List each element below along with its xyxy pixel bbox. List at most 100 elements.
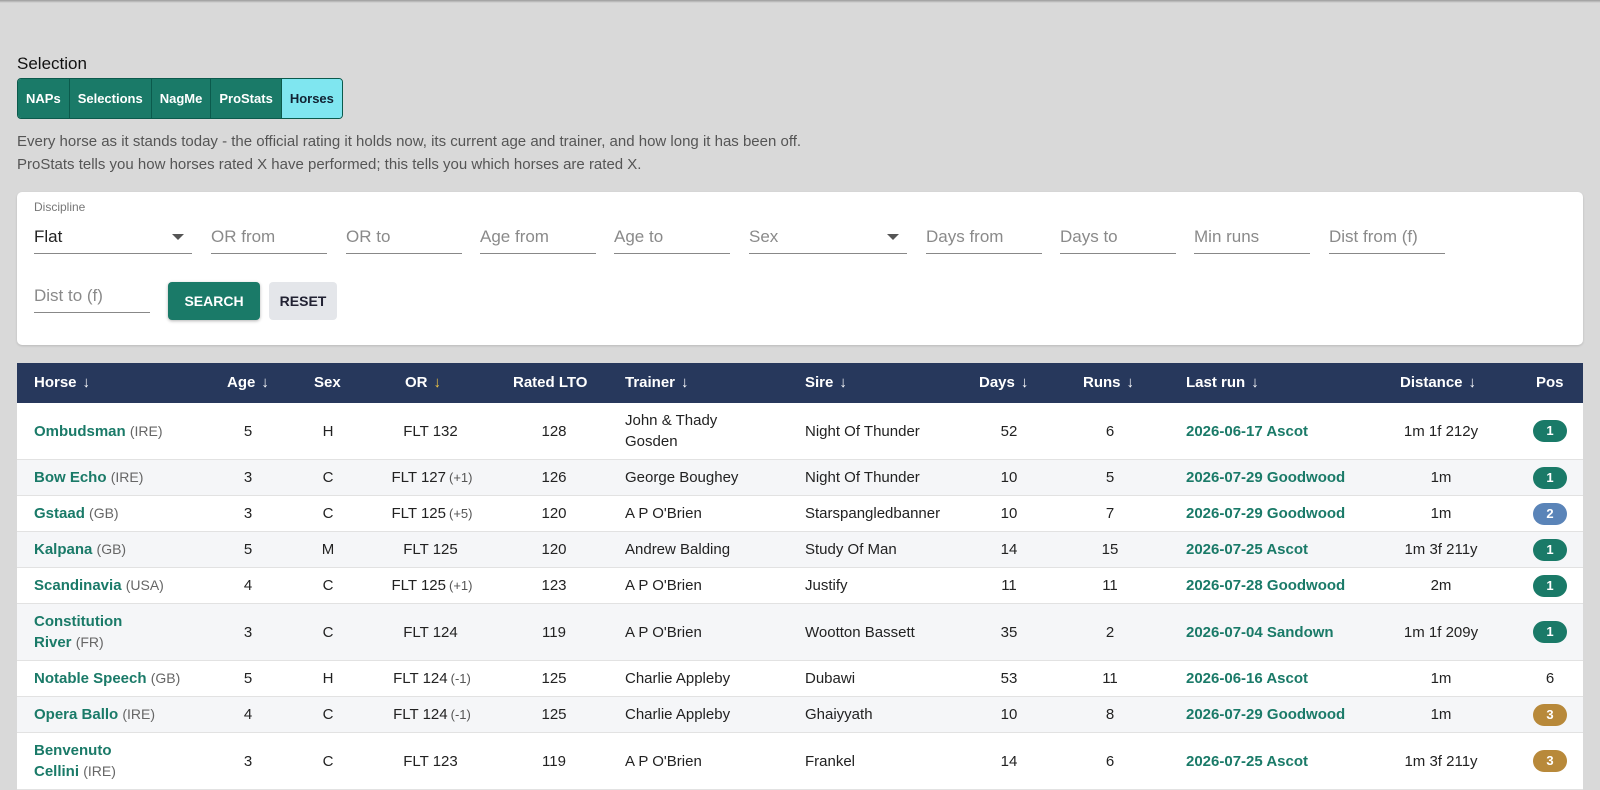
search-button[interactable]: SEARCH	[168, 282, 260, 320]
header-distance[interactable]: Distance ↓	[1400, 363, 1476, 403]
table-body: Ombudsman (IRE) 5 H FLT 132 128 John & Thady …	[17, 403, 1583, 790]
horse-link[interactable]: Gstaad (GB)	[34, 503, 119, 524]
cell-sire: Justify	[805, 577, 848, 594]
cell-sex: C	[322, 706, 334, 723]
cell-trainer: A P O'Brien	[625, 505, 702, 522]
days-to-input[interactable]: Days to	[1060, 222, 1176, 254]
cell-pos: 1	[1527, 568, 1573, 603]
or-value: FLT 127	[391, 469, 446, 486]
horse-link[interactable]: Notable Speech (GB)	[34, 668, 180, 689]
sort-arrow-active-icon: ↓	[433, 374, 442, 391]
cell-horse: Notable Speech (GB)	[34, 661, 214, 696]
cell-sex: C	[322, 577, 334, 594]
cell-age: 3	[243, 752, 253, 770]
cell-horse: Bow Echo (IRE)	[34, 460, 214, 495]
cell-days: 10	[1000, 469, 1018, 486]
sex-select[interactable]: Sex	[749, 222, 907, 254]
table-header: Horse ↓ Age ↓ Sex OR ↓ Rated LTO Trainer ↓ S…	[17, 363, 1583, 403]
cell-runs: 7	[1105, 505, 1115, 522]
header-pos-label: Pos	[1536, 374, 1564, 391]
age-from-input[interactable]: Age from	[480, 222, 596, 254]
sort-arrow-icon: ↓	[261, 374, 269, 391]
horse-link[interactable]: Constitution River (FR)	[34, 611, 144, 653]
table-row: Scandinavia (USA) 4 C FLT 125 (+1) 123 A P O'B…	[17, 568, 1583, 604]
horse-link[interactable]: Opera Ballo (IRE)	[34, 704, 155, 725]
cell-trainer: A P O'Brien	[625, 577, 702, 594]
filter-card: Discipline Flat OR from OR to Age from A…	[17, 192, 1583, 345]
cell-sex: H	[322, 670, 334, 687]
header-last-run-label: Last run	[1186, 374, 1246, 391]
age-to-input[interactable]: Age to	[614, 222, 730, 254]
sort-arrow-icon: ↓	[1126, 374, 1135, 391]
horse-link[interactable]: Bow Echo (IRE)	[34, 467, 143, 488]
header-horse[interactable]: Horse ↓	[34, 363, 90, 403]
cell-rated-lto: 125	[541, 670, 567, 687]
cell-horse: Constitution River (FR)	[34, 604, 144, 660]
tab-selections[interactable]: Selections	[69, 79, 152, 118]
cell-last-run: 2026-06-16 Ascot	[1186, 661, 1386, 696]
horse-link[interactable]: Benvenuto Cellini (IRE)	[34, 740, 144, 782]
dist-from-input[interactable]: Dist from (f)	[1329, 222, 1445, 254]
reset-button[interactable]: RESET	[269, 282, 337, 320]
horse-name: Kalpana	[34, 541, 93, 558]
table-row: Ombudsman (IRE) 5 H FLT 132 128 John & Thady …	[17, 403, 1583, 460]
cell-distance: 1m 1f 212y	[1403, 422, 1479, 440]
page-description: Every horse as it stands today - the off…	[17, 130, 801, 176]
or-to-input[interactable]: OR to	[346, 222, 462, 254]
or-from-input[interactable]: OR from	[211, 222, 327, 254]
cell-rated-lto: 126	[541, 469, 567, 486]
or-from-placeholder: OR from	[211, 227, 276, 246]
tab-prostats[interactable]: ProStats	[211, 79, 282, 118]
horse-name: Notable Speech	[34, 670, 147, 687]
last-run-link[interactable]: 2026-07-25 Ascot	[1186, 541, 1308, 558]
discipline-label: Discipline	[34, 200, 86, 214]
header-sire[interactable]: Sire ↓	[805, 363, 847, 403]
header-runs[interactable]: Runs ↓	[1083, 363, 1134, 403]
cell-days: 53	[1000, 670, 1018, 687]
last-run-link[interactable]: 2026-07-29 Goodwood	[1186, 505, 1345, 522]
cell-distance: 1m	[1430, 469, 1452, 486]
cell-sex: C	[322, 469, 334, 486]
last-run-link[interactable]: 2026-07-29 Goodwood	[1186, 706, 1345, 723]
cell-rated-lto: 120	[541, 541, 567, 558]
cell-trainer: A P O'Brien	[625, 623, 702, 641]
cell-age: 5	[243, 670, 253, 687]
last-run-link[interactable]: 2026-06-16 Ascot	[1186, 670, 1308, 687]
cell-or: FLT 127 (+1)	[377, 460, 487, 495]
last-run-link[interactable]: 2026-07-04 Sandown	[1186, 624, 1334, 641]
last-run-link[interactable]: 2026-07-28 Goodwood	[1186, 577, 1345, 594]
last-run-link[interactable]: 2026-07-25 Ascot	[1186, 753, 1308, 770]
cell-sire: Night Of Thunder	[805, 469, 920, 486]
cell-runs: 2	[1105, 623, 1115, 641]
last-run-link[interactable]: 2026-07-29 Goodwood	[1186, 469, 1345, 486]
header-trainer[interactable]: Trainer ↓	[625, 363, 689, 403]
cell-last-run: 2026-07-29 Goodwood	[1186, 697, 1386, 732]
min-runs-input[interactable]: Min runs	[1194, 222, 1310, 254]
cell-pos: 1	[1527, 532, 1573, 567]
header-last-run[interactable]: Last run ↓	[1186, 363, 1259, 403]
header-or[interactable]: OR ↓	[405, 363, 441, 403]
header-rated-lto-label: Rated LTO	[513, 374, 588, 391]
sort-arrow-icon: ↓	[839, 374, 847, 391]
header-days[interactable]: Days ↓	[979, 363, 1028, 403]
tab-nagme[interactable]: NagMe	[151, 79, 212, 118]
tab-naps[interactable]: NAPs	[18, 79, 70, 118]
dist-to-input[interactable]: Dist to (f)	[34, 281, 150, 313]
days-from-input[interactable]: Days from	[926, 222, 1042, 254]
cell-pos: 6	[1527, 661, 1573, 696]
cell-sire: Frankel	[805, 752, 856, 770]
cell-or: FLT 124 (-1)	[377, 661, 487, 696]
position-badge: 1	[1533, 466, 1567, 489]
header-horse-label: Horse	[34, 374, 77, 391]
horse-link[interactable]: Scandinavia (USA)	[34, 575, 164, 596]
discipline-select[interactable]: Discipline Flat	[34, 200, 192, 254]
last-run-link[interactable]: 2026-06-17 Ascot	[1186, 423, 1308, 440]
cell-sire: Night Of Thunder	[805, 422, 920, 440]
or-adjustment: (-1)	[450, 707, 471, 722]
sex-placeholder: Sex	[749, 227, 779, 246]
cell-sex: C	[322, 752, 334, 770]
horse-link[interactable]: Kalpana (GB)	[34, 539, 126, 560]
header-age[interactable]: Age ↓	[227, 363, 269, 403]
horse-link[interactable]: Ombudsman (IRE)	[34, 421, 163, 442]
tab-horses[interactable]: Horses	[281, 79, 342, 118]
